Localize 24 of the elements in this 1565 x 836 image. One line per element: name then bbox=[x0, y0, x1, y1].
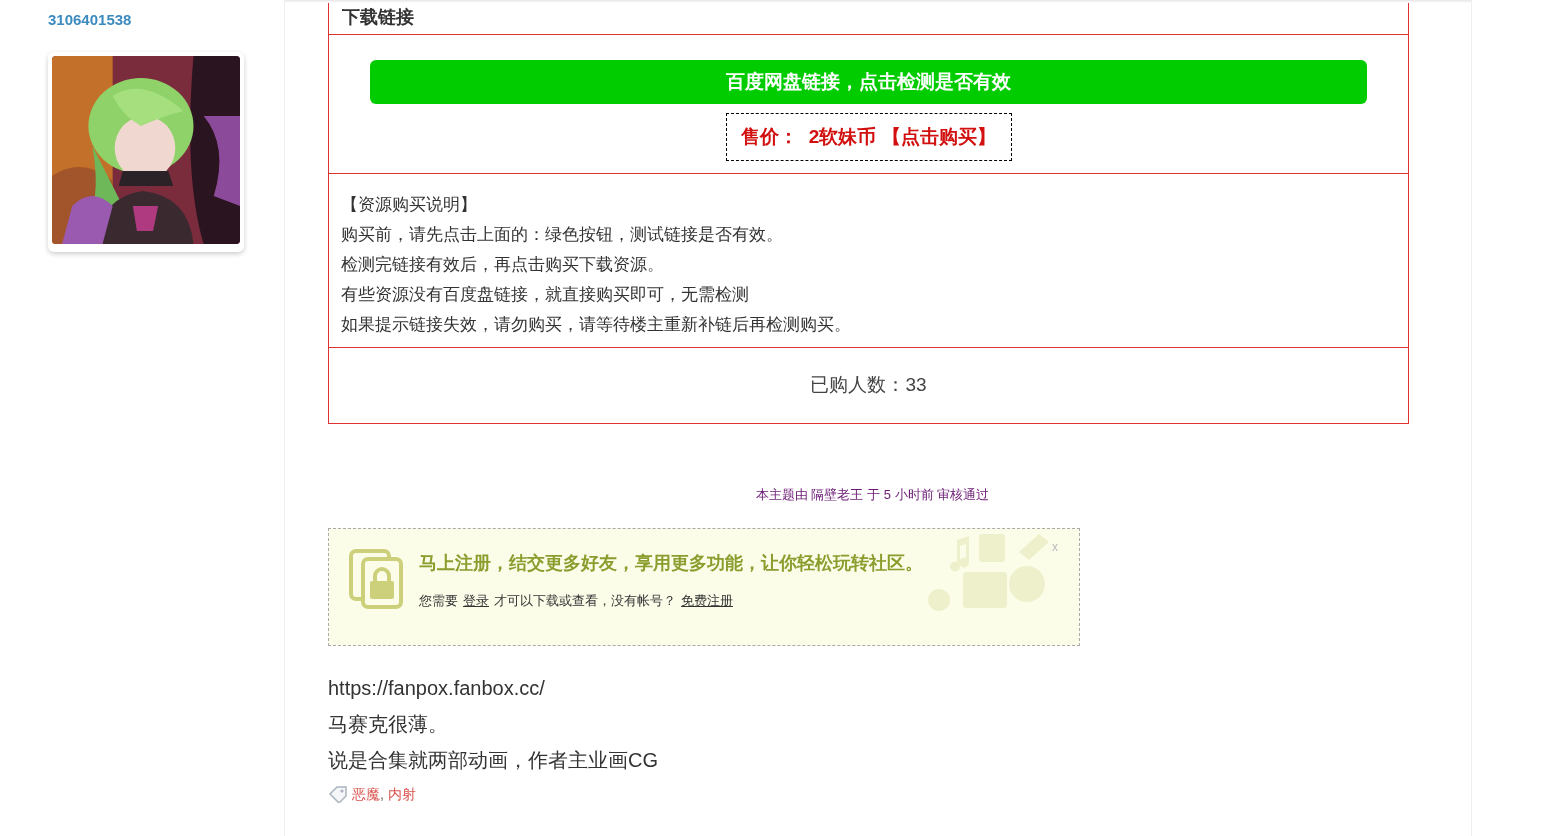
register-link[interactable]: 免费注册 bbox=[681, 590, 733, 610]
note-line: 购买前，请先点击上面的：绿色按钮，测试链接是否有效。 bbox=[341, 224, 783, 246]
notes-heading: 【资源购买说明】 bbox=[341, 194, 477, 216]
lock-document-icon bbox=[349, 548, 405, 609]
login-link[interactable]: 登录 bbox=[463, 590, 489, 610]
section-heading: 下载链接 bbox=[342, 5, 414, 29]
register-headline: 马上注册，结交更多好友，享用更多功能，让你轻松玩转社区。 bbox=[419, 551, 923, 575]
register-text: 才可以下载或查看，没有帐号？ bbox=[494, 591, 676, 610]
note-line: 有些资源没有百度盘链接，就直接购买即可，无需检测 bbox=[341, 284, 749, 306]
note-line: 如果提示链接失效，请勿购买，请等待楼主重新补链后再检测购买。 bbox=[341, 314, 851, 336]
check-link-button[interactable]: 百度网盘链接，点击检测是否有效 bbox=[370, 60, 1367, 104]
buy-button[interactable]: 售价： 2软妹币 【点击购买】 bbox=[725, 113, 1012, 161]
post-text: 马赛克很薄。 bbox=[328, 711, 448, 737]
register-text: 您需要 bbox=[419, 591, 458, 610]
tag-separator: , bbox=[380, 784, 384, 804]
moderation-note: 本主题由 隔壁老王 于 5 小时前 审核通过 bbox=[754, 486, 990, 504]
post-text: https://fanpox.fanbox.cc/ bbox=[328, 675, 545, 701]
tag-icon bbox=[328, 785, 348, 803]
post-text: 说是合集就两部动画，作者主业画CG bbox=[328, 747, 658, 773]
note-line: 检测完链接有效后，再点击购买下载资源。 bbox=[341, 254, 664, 276]
username-link[interactable]: 3106401538 bbox=[48, 10, 284, 30]
tag-link[interactable]: 恶魔 bbox=[352, 783, 380, 805]
tag-link[interactable]: 内射 bbox=[387, 783, 416, 805]
buyer-count: 已购人数：33 bbox=[810, 373, 927, 398]
